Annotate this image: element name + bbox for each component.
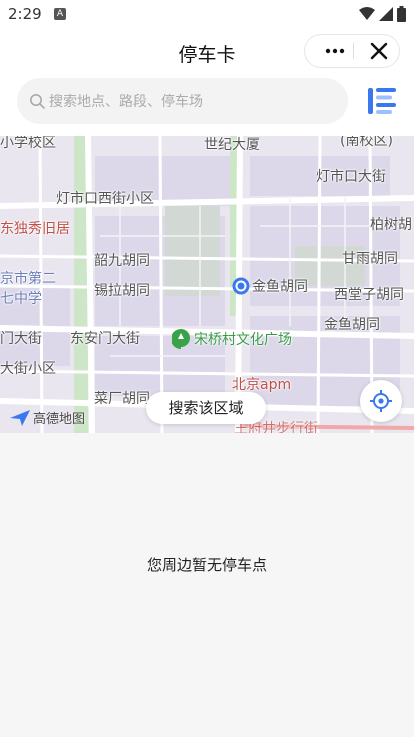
notification-icon: A	[54, 8, 66, 20]
map-label: 甘雨胡同	[342, 251, 398, 267]
amap-logo-text: 高德地图	[33, 412, 86, 427]
search-input[interactable]	[47, 78, 341, 126]
park-pin-icon	[172, 329, 190, 349]
search-row	[0, 74, 414, 136]
map-label: 西堂子胡同	[334, 287, 404, 303]
list-icon	[368, 88, 396, 114]
map-label: 灯市口西街小区	[56, 191, 154, 207]
map-label: 锡拉胡同	[94, 283, 150, 299]
locate-button[interactable]	[360, 380, 402, 422]
map-label: (南校区)	[340, 136, 393, 149]
map-label: 金鱼胡同	[252, 279, 308, 295]
signal-icon	[379, 7, 393, 21]
map-label: 大街小区	[0, 361, 56, 377]
map-label: 金鱼胡同	[324, 317, 380, 333]
locate-icon	[370, 390, 392, 412]
search-box[interactable]	[17, 78, 348, 126]
map-view[interactable]: 小学校区 世纪大厦 (南校区) 灯市口西街小区 灯市口大街 东独秀旧居 柏树胡 …	[0, 136, 414, 433]
map-label: 京市第二	[0, 271, 56, 287]
more-button[interactable]	[319, 35, 351, 67]
header: 停车卡	[0, 30, 414, 74]
map-label: 小学校区	[0, 136, 56, 151]
close-button[interactable]	[363, 35, 395, 67]
capsule-divider	[353, 43, 354, 59]
empty-state-message: 您周边暂无停车点	[146, 556, 267, 574]
battery-icon	[397, 6, 406, 22]
map-label: 东安门大街	[70, 331, 140, 347]
status-time: 2:29	[8, 5, 42, 23]
subway-icon	[232, 277, 250, 295]
status-indicators	[359, 6, 406, 22]
search-area-button[interactable]: 搜索该区域	[146, 392, 266, 424]
map-label: 灯市口大街	[316, 169, 386, 185]
map-label: 宋桥村文化广场	[194, 332, 292, 348]
map-label: 七中学	[0, 291, 42, 307]
map-label: 门大街	[0, 331, 42, 347]
map-label: 菜厂胡同	[94, 391, 150, 407]
amap-arrow-icon	[10, 409, 30, 426]
amap-logo: 高德地图	[10, 408, 85, 427]
search-icon	[30, 94, 45, 109]
map-label: 东独秀旧居	[0, 221, 70, 237]
map-label: 世纪大厦	[204, 137, 260, 153]
more-dots-icon	[325, 48, 345, 54]
mini-program-capsule	[304, 34, 400, 68]
map-label: 韶九胡同	[94, 253, 150, 269]
status-bar: 2:29 A	[0, 0, 414, 30]
map-label: 北京apm	[232, 377, 292, 393]
list-view-button[interactable]	[364, 84, 400, 118]
map-label: 柏树胡	[370, 217, 412, 233]
wifi-icon	[359, 7, 375, 20]
close-icon	[370, 42, 388, 60]
